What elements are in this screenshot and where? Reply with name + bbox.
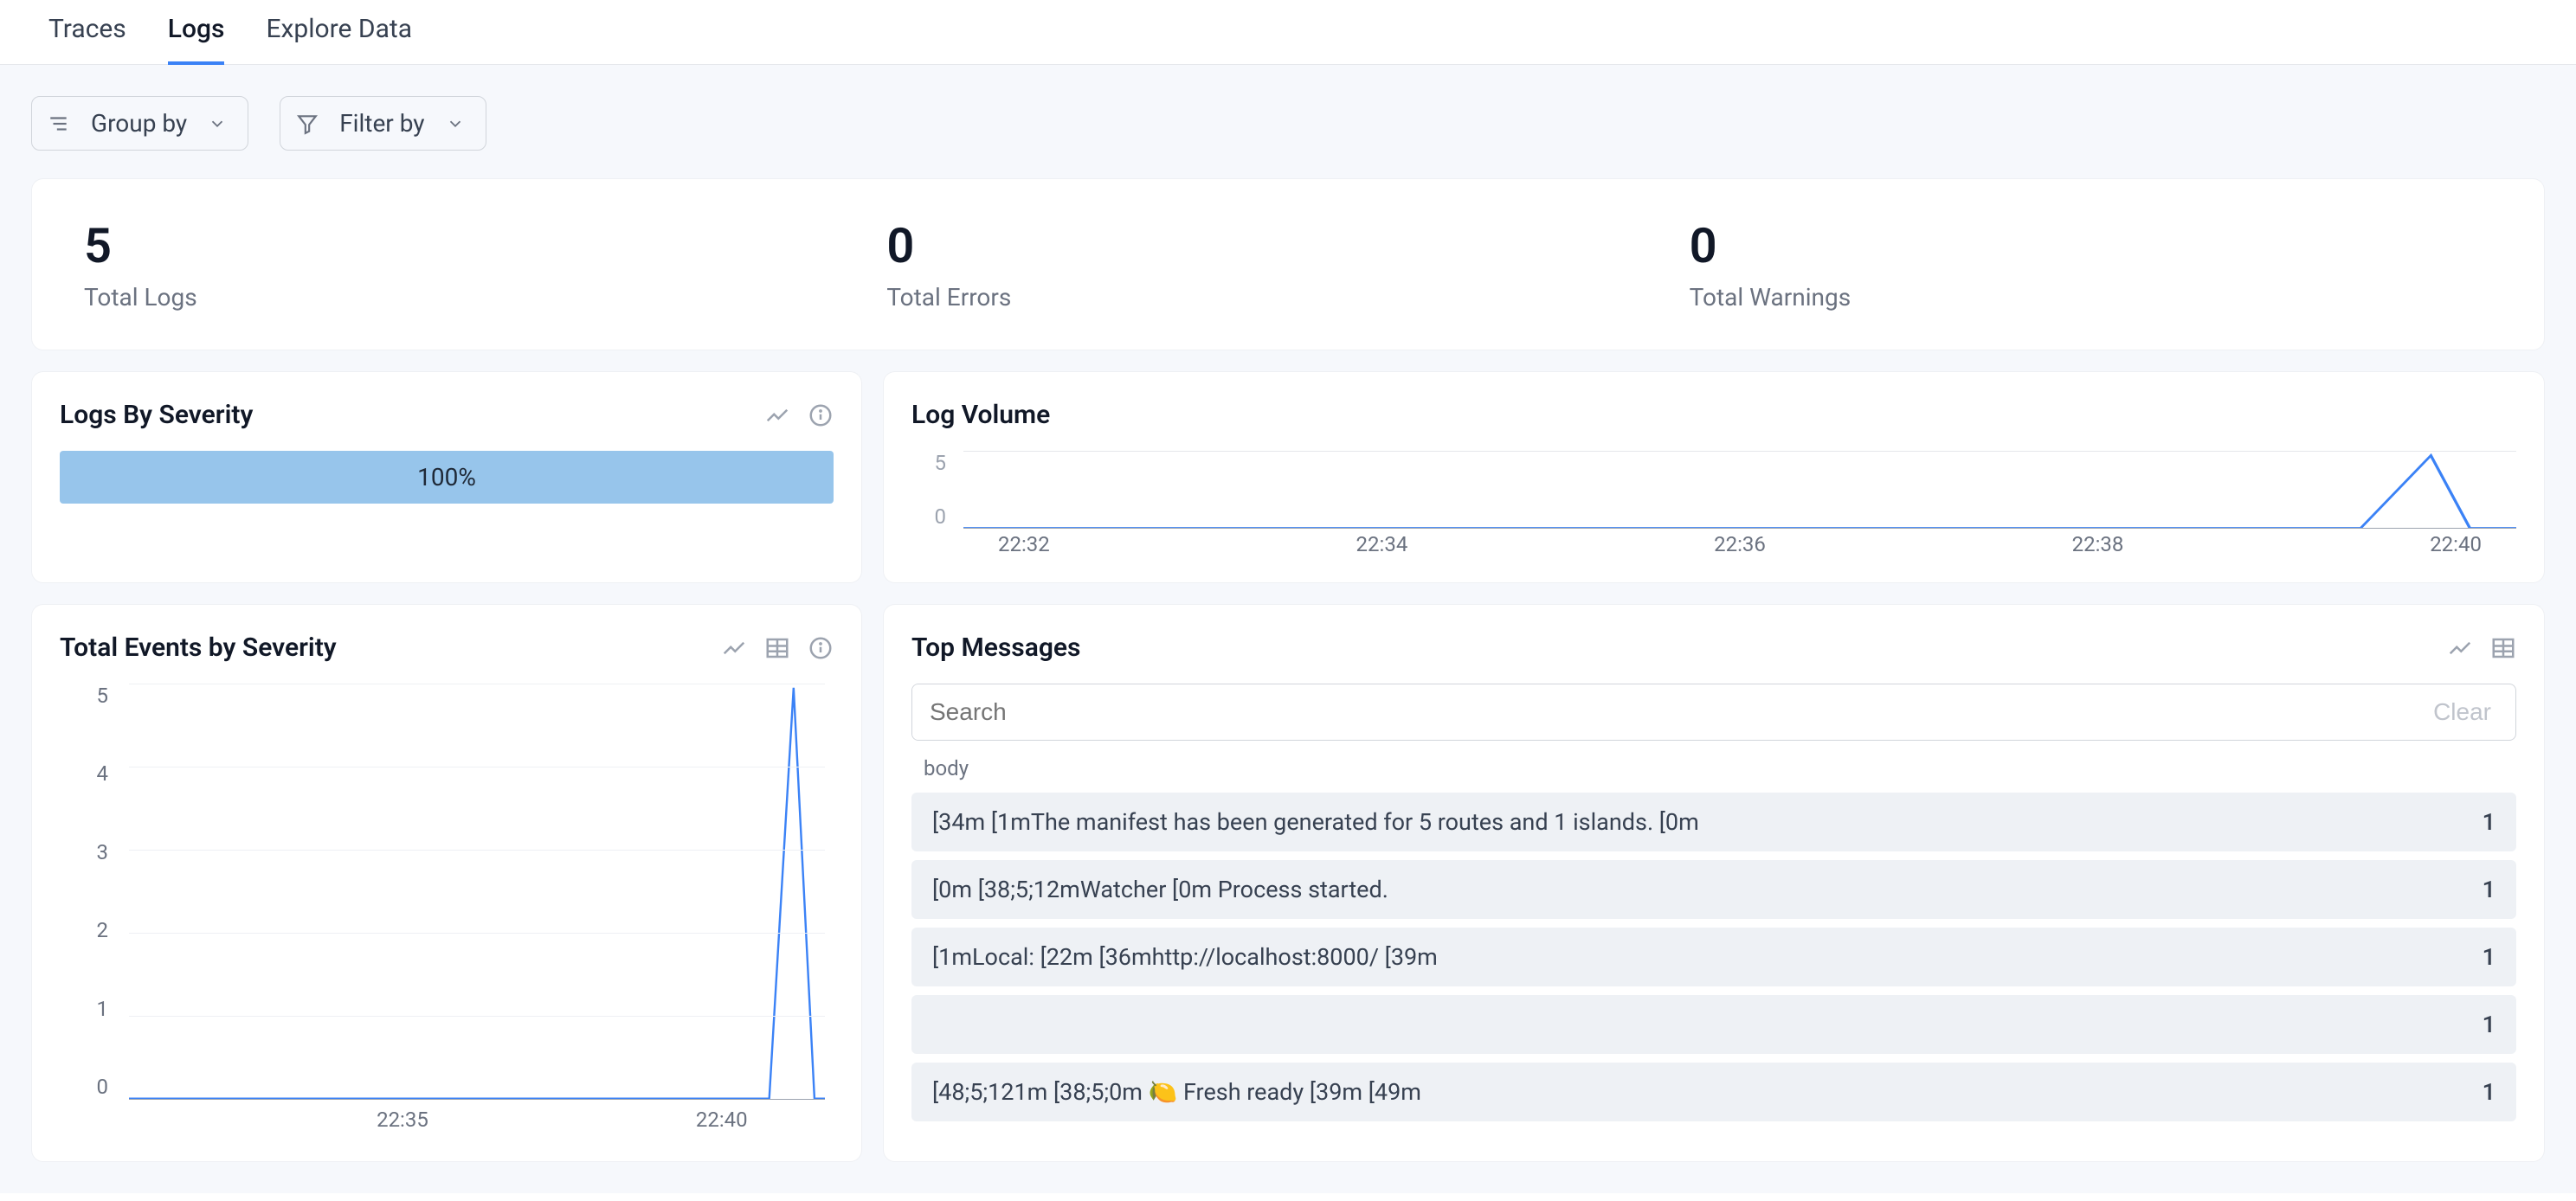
content-area: Group by Filter by 5 Total Logs 0 Total … <box>0 65 2576 1193</box>
msg-count: 1 <box>2465 943 2496 971</box>
x-tick: 22:40 <box>696 1108 748 1134</box>
stat-total-errors: 0 Total Errors <box>886 217 1689 311</box>
stat-label: Total Warnings <box>1690 283 2492 311</box>
log-volume-chart: 5 0 22:32 22:34 22:36 22:38 22:40 <box>911 451 2516 555</box>
table-row[interactable]: [34m [1mThe manifest has been generated … <box>911 793 2516 851</box>
events-chart: 5 4 3 2 1 0 <box>60 684 834 1134</box>
tab-logs[interactable]: Logs <box>168 14 225 65</box>
stat-total-logs: 5 Total Logs <box>84 217 886 311</box>
msg-count: 1 <box>2465 1011 2496 1038</box>
stat-total-warnings: 0 Total Warnings <box>1690 217 2492 311</box>
card-log-volume: Log Volume 5 0 22:32 22:34 22:36 22:38 <box>883 371 2545 583</box>
filter-by-label: Filter by <box>339 109 424 138</box>
severity-bar: 100% <box>60 451 834 504</box>
y-tick: 4 <box>60 761 108 786</box>
column-header-body: body <box>911 751 2516 793</box>
clear-button[interactable]: Clear <box>2409 684 2515 740</box>
card-title: Top Messages <box>911 633 1080 663</box>
card-title: Total Events by Severity <box>60 633 337 663</box>
filter-icon <box>296 112 319 135</box>
toolbar: Group by Filter by <box>31 96 2545 151</box>
stat-value: 5 <box>84 217 886 274</box>
msg-count: 1 <box>2465 808 2496 836</box>
table-row[interactable]: [1mLocal: [22m [36mhttp://localhost:8000… <box>911 928 2516 986</box>
msg-count: 1 <box>2465 876 2496 903</box>
stat-value: 0 <box>1690 217 2492 274</box>
x-tick: 22:35 <box>377 1108 428 1134</box>
info-icon[interactable] <box>808 402 834 428</box>
x-tick: 22:32 <box>998 532 1050 555</box>
table-row[interactable]: 1 <box>911 995 2516 1054</box>
y-tick: 3 <box>60 840 108 864</box>
chevron-down-icon <box>446 114 465 133</box>
group-by-icon <box>48 112 70 135</box>
line-chart-icon[interactable] <box>764 402 790 428</box>
chevron-down-icon <box>208 114 227 133</box>
card-total-events: Total Events by Severity 5 4 <box>31 604 862 1162</box>
msg-body: [1mLocal: [22m [36mhttp://localhost:8000… <box>932 943 1438 971</box>
y-tick: 2 <box>60 918 108 942</box>
y-tick: 5 <box>911 451 946 475</box>
msg-body: [0m [38;5;12mWatcher [0m Process started… <box>932 876 1388 903</box>
group-by-label: Group by <box>91 109 187 138</box>
msg-body: [48;5;121m [38;5;0m 🍋 Fresh ready [39m [… <box>932 1078 1421 1106</box>
tab-traces[interactable]: Traces <box>48 14 126 64</box>
card-title: Logs By Severity <box>60 400 253 430</box>
stat-value: 0 <box>886 217 1689 274</box>
stats-row: 5 Total Logs 0 Total Errors 0 Total Warn… <box>31 178 2545 350</box>
y-tick: 5 <box>60 684 108 708</box>
table-row[interactable]: [48;5;121m [38;5;0m 🍋 Fresh ready [39m [… <box>911 1063 2516 1121</box>
search-row: Clear <box>911 684 2516 741</box>
info-icon[interactable] <box>808 635 834 661</box>
y-tick: 1 <box>60 997 108 1021</box>
card-title: Log Volume <box>911 400 1050 430</box>
y-tick: 0 <box>911 504 946 529</box>
line-chart-icon[interactable] <box>2447 635 2473 661</box>
stat-label: Total Logs <box>84 283 886 311</box>
x-tick: 22:36 <box>1714 532 1766 555</box>
msg-count: 1 <box>2465 1078 2496 1106</box>
table-row[interactable]: [0m [38;5;12mWatcher [0m Process started… <box>911 860 2516 919</box>
filter-by-dropdown[interactable]: Filter by <box>280 96 486 151</box>
stat-label: Total Errors <box>886 283 1689 311</box>
search-input[interactable] <box>912 684 2409 740</box>
card-top-messages: Top Messages Clear body [34m [1mThe mani… <box>883 604 2545 1162</box>
msg-body: [34m [1mThe manifest has been generated … <box>932 808 1699 836</box>
x-tick: 22:38 <box>2072 532 2124 555</box>
tab-explore-data[interactable]: Explore Data <box>266 14 412 64</box>
top-tabs: Traces Logs Explore Data <box>0 0 2576 65</box>
card-logs-by-severity: Logs By Severity 100% <box>31 371 862 583</box>
y-tick: 0 <box>60 1075 108 1099</box>
table-icon[interactable] <box>2490 635 2516 661</box>
table-icon[interactable] <box>764 635 790 661</box>
line-chart-icon[interactable] <box>721 635 747 661</box>
x-tick: 22:34 <box>1356 532 1408 555</box>
x-tick: 22:40 <box>2430 532 2482 555</box>
group-by-dropdown[interactable]: Group by <box>31 96 248 151</box>
